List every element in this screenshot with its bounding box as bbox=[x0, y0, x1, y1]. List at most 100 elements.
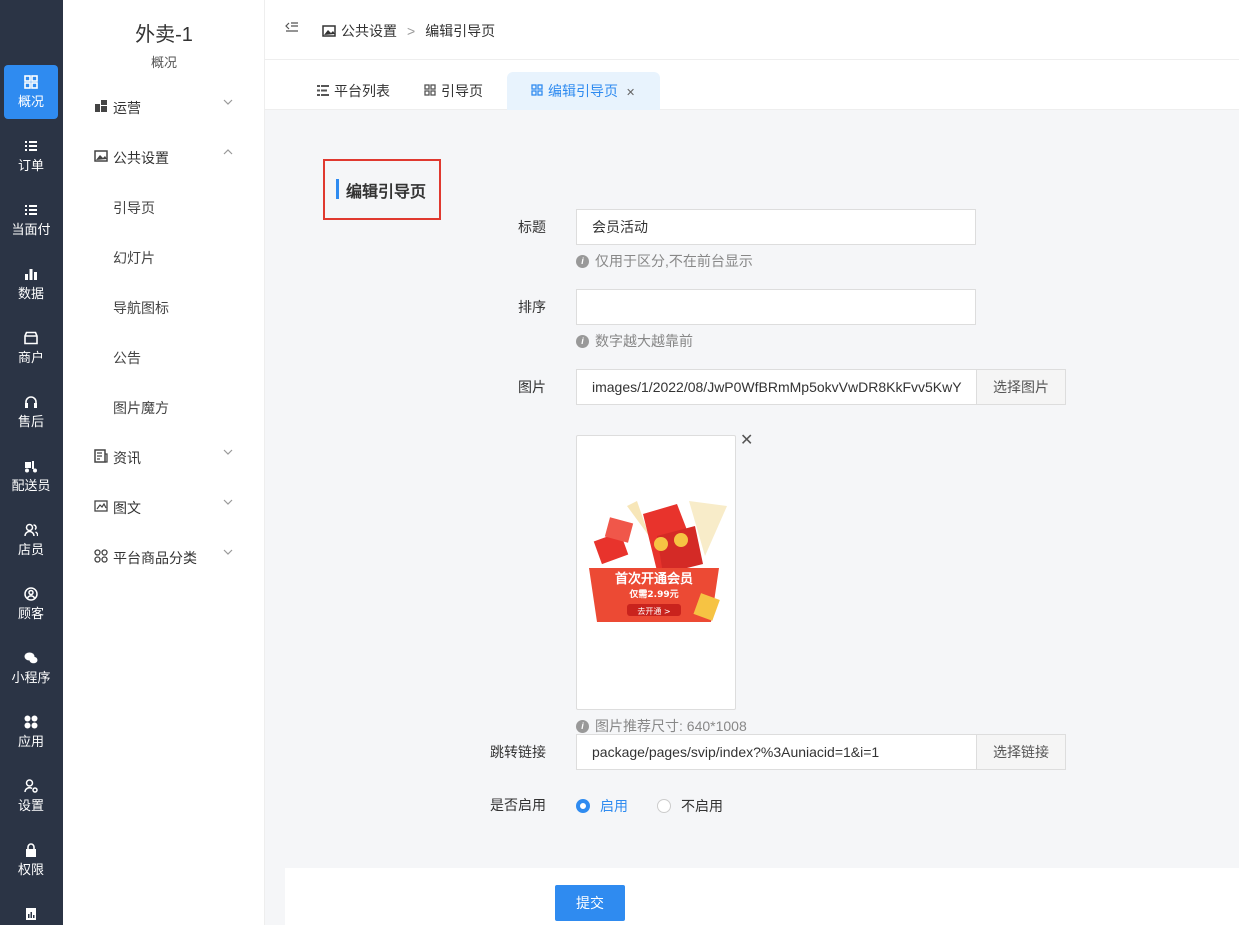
rail-item-aftersale[interactable]: 售后 bbox=[4, 385, 58, 439]
remove-image-icon[interactable]: ✕ bbox=[740, 430, 753, 450]
secondary-sidebar: 外卖-1 概况 运营 公共设置 引导页 幻灯片 导航图标 公告 图片魔方 资讯 … bbox=[63, 0, 265, 925]
rail-item-rider[interactable]: 配送员 bbox=[4, 449, 58, 503]
link-input[interactable]: package/pages/svip/index?%3Auniacid=1&i=… bbox=[576, 734, 977, 770]
breadcrumb-parent[interactable]: 公共设置 bbox=[341, 21, 397, 41]
image-icon bbox=[94, 149, 108, 163]
rail-item-permission[interactable]: 权限 bbox=[4, 833, 58, 887]
title-help-text: 仅用于区分,不在前台显示 bbox=[595, 253, 753, 269]
sidebar-group-news[interactable]: 资讯 bbox=[63, 442, 265, 472]
section-header: 编辑引导页 bbox=[323, 159, 441, 220]
rail-item-more[interactable] bbox=[4, 897, 58, 925]
sidebar-item-nav-icons[interactable]: 导航图标 bbox=[63, 292, 265, 322]
user-circle-icon bbox=[24, 587, 38, 601]
image-help: i 图片推荐尺寸: 640*1008 bbox=[576, 716, 747, 736]
sidebar-group-graphic[interactable]: 图文 bbox=[63, 492, 265, 522]
rail-label: 应用 bbox=[17, 734, 44, 749]
picture-icon bbox=[94, 499, 108, 513]
headset-icon bbox=[24, 395, 38, 409]
rail-label: 订单 bbox=[17, 158, 44, 173]
rail-label: 店员 bbox=[17, 542, 44, 557]
rail-label: 小程序 bbox=[11, 670, 51, 685]
sidebar-item-label: 平台商品分类 bbox=[113, 550, 197, 566]
close-tab-icon[interactable]: ✕ bbox=[626, 87, 635, 99]
tab-edit-guide-page[interactable]: 编辑引导页 ✕ bbox=[507, 72, 660, 110]
user-gear-icon bbox=[24, 779, 38, 793]
rail-item-settings[interactable]: 设置 bbox=[4, 769, 58, 823]
list-icon bbox=[24, 203, 38, 217]
sidebar-item-slideshow[interactable]: 幻灯片 bbox=[63, 242, 265, 272]
title-input[interactable]: 会员活动 bbox=[576, 209, 976, 245]
rail-label: 商户 bbox=[17, 350, 44, 365]
title-help: i 仅用于区分,不在前台显示 bbox=[576, 251, 753, 271]
tab-platform-list[interactable]: 平台列表 bbox=[305, 72, 402, 110]
rail-item-merchant[interactable]: 商户 bbox=[4, 321, 58, 375]
svg-text:去开通 >: 去开通 > bbox=[637, 606, 670, 616]
category-icon bbox=[94, 549, 108, 563]
sidebar-item-label: 引导页 bbox=[113, 200, 155, 216]
rail-label: 配送员 bbox=[11, 478, 51, 493]
grid-icon bbox=[531, 84, 543, 99]
info-icon: i bbox=[576, 334, 589, 348]
chevron-down-icon bbox=[223, 447, 233, 460]
store-name: 外卖-1 bbox=[135, 24, 193, 46]
enable-label: 是否启用 bbox=[490, 797, 546, 813]
section-title: 编辑引导页 bbox=[346, 184, 427, 201]
select-image-button[interactable]: 选择图片 bbox=[976, 369, 1066, 405]
title-label: 标题 bbox=[518, 219, 546, 235]
enable-on-radio[interactable]: 启用 bbox=[576, 796, 628, 816]
sidebar-item-label: 运营 bbox=[113, 100, 141, 116]
radio-circle bbox=[657, 799, 671, 813]
chevron-down-icon bbox=[223, 497, 233, 510]
sort-label: 排序 bbox=[518, 299, 546, 315]
bar-chart-icon bbox=[24, 267, 38, 281]
sidebar-group-operation[interactable]: 运营 bbox=[63, 92, 265, 122]
rail-item-orders[interactable]: 订单 bbox=[4, 129, 58, 183]
rail-item-customer[interactable]: 顾客 bbox=[4, 577, 58, 631]
image-path-input[interactable]: images/1/2022/08/JwP0WfBRmMp5okvVwDR8KkF… bbox=[576, 369, 977, 405]
sort-input[interactable] bbox=[576, 289, 976, 325]
edit-form-panel: 编辑引导页 标题 会员活动 i 仅用于区分,不在前台显示 排序 i 数字越大越靠前 … bbox=[285, 130, 1239, 838]
radio-label: 不启用 bbox=[681, 798, 723, 814]
tab-guide-page[interactable]: 引导页 bbox=[412, 72, 495, 110]
chevron-down-icon bbox=[223, 547, 233, 560]
image-label: 图片 bbox=[518, 379, 546, 395]
sidebar-group-category[interactable]: 平台商品分类 bbox=[63, 542, 265, 572]
enable-off-radio[interactable]: 不启用 bbox=[657, 796, 723, 816]
rail-item-miniprogram[interactable]: 小程序 bbox=[4, 641, 58, 695]
collapse-menu-icon[interactable] bbox=[285, 20, 299, 37]
scooter-icon bbox=[24, 459, 38, 473]
radio-circle bbox=[576, 799, 590, 813]
news-icon bbox=[94, 449, 108, 463]
list-icon bbox=[24, 139, 38, 153]
rail-item-apps[interactable]: 应用 bbox=[4, 705, 58, 759]
sidebar-item-label: 幻灯片 bbox=[113, 250, 155, 266]
sidebar-item-image-cube[interactable]: 图片魔方 bbox=[63, 392, 265, 422]
form-footer: 提交 bbox=[285, 868, 1239, 925]
image-help-text: 图片推荐尺寸: 640*1008 bbox=[595, 718, 747, 734]
svg-text:首次开通会员: 首次开通会员 bbox=[615, 571, 693, 587]
rail-item-data[interactable]: 数据 bbox=[4, 257, 58, 311]
main-content: 编辑引导页 标题 会员活动 i 仅用于区分,不在前台显示 排序 i 数字越大越靠前 … bbox=[265, 110, 1239, 925]
rail-item-overview[interactable]: 概况 bbox=[4, 65, 58, 119]
users-icon bbox=[24, 523, 39, 537]
sidebar-subtitle: 概况 bbox=[150, 55, 177, 70]
select-link-button[interactable]: 选择链接 bbox=[976, 734, 1066, 770]
svg-text:仅需2.99元: 仅需2.99元 bbox=[628, 588, 678, 600]
breadcrumb: 公共设置 > 编辑引导页 bbox=[322, 21, 495, 41]
rail-item-staff[interactable]: 店员 bbox=[4, 513, 58, 567]
rail-item-facepay[interactable]: 当面付 bbox=[4, 193, 58, 247]
sidebar-item-guide-page[interactable]: 引导页 bbox=[63, 192, 265, 222]
sidebar-item-notice[interactable]: 公告 bbox=[63, 342, 265, 372]
sidebar-group-public-settings[interactable]: 公共设置 bbox=[63, 142, 265, 172]
shop-grid-icon bbox=[94, 99, 108, 113]
info-icon: i bbox=[576, 254, 589, 268]
store-icon bbox=[24, 331, 38, 345]
submit-button[interactable]: 提交 bbox=[555, 885, 625, 921]
sort-help: i 数字越大越靠前 bbox=[576, 331, 693, 351]
wechat-icon bbox=[24, 651, 38, 665]
rail-label: 当面付 bbox=[11, 222, 51, 237]
report-icon bbox=[24, 907, 38, 921]
tab-bar: 平台列表 引导页 编辑引导页 ✕ bbox=[265, 60, 1239, 110]
info-icon: i bbox=[576, 719, 589, 733]
main-rail: 概况 订单 当面付 数据 商户 售后 配送员 店员 顾客 小程序 应用 设置 权… bbox=[0, 0, 63, 925]
